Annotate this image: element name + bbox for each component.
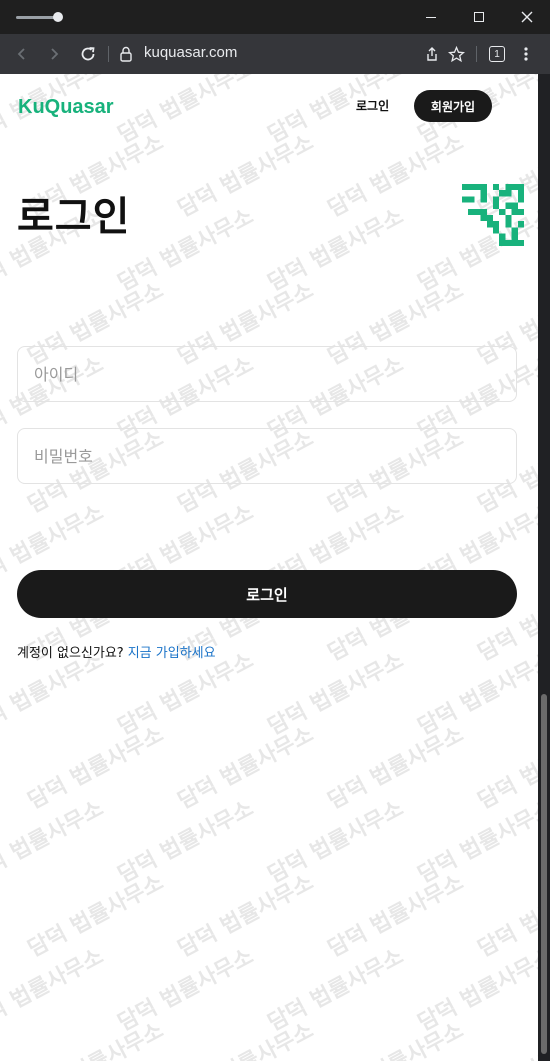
toolbar-divider <box>476 46 477 62</box>
signup-now-link[interactable]: 지금 가입하세요 <box>128 646 216 661</box>
watermark-text: 담덕 법률사무소 <box>114 204 258 297</box>
watermark-text: 담덕 법률사무소 <box>414 796 538 889</box>
browser-toolbar: kuquasar.com 1 <box>0 34 550 74</box>
bookmark-button[interactable] <box>444 42 468 66</box>
more-vertical-icon <box>524 47 528 61</box>
close-icon <box>521 11 533 23</box>
no-account-text: 계정이 없으신가요? <box>17 646 124 661</box>
watermark-text: 담덕 법률사무소 <box>471 1013 538 1061</box>
watermark-text: 담덕 법률사무소 <box>24 722 168 815</box>
star-icon <box>447 45 465 62</box>
site-info-icon[interactable] <box>118 45 134 63</box>
close-button[interactable] <box>504 0 550 34</box>
share-icon <box>427 47 437 61</box>
watermark-text: 담덕 법률사무소 <box>321 1013 468 1061</box>
password-input[interactable] <box>17 428 517 484</box>
watermark-text: 담덕 법률사무소 <box>414 944 538 1037</box>
toolbar-divider <box>108 46 109 62</box>
address-bar[interactable]: kuquasar.com <box>144 44 237 61</box>
titlebar-slider-knob[interactable] <box>53 12 63 22</box>
share-button[interactable] <box>420 42 444 66</box>
watermark-text: 담덕 법률사무소 <box>114 74 258 149</box>
back-button[interactable] <box>10 42 34 66</box>
window-titlebar <box>0 0 550 34</box>
watermark-text: 담덕 법률사무소 <box>264 648 408 741</box>
minimize-button[interactable] <box>408 0 454 34</box>
login-submit-button[interactable]: 로그인 <box>17 570 517 618</box>
menu-button[interactable] <box>514 42 538 66</box>
arrow-right-icon <box>51 48 59 60</box>
watermark-text: 담덕 법률사무소 <box>264 796 408 889</box>
maximize-icon <box>474 12 484 22</box>
brand-logo[interactable]: KuQuasar <box>18 96 114 119</box>
watermark-text: 담덕 법률사무소 <box>414 648 538 741</box>
watermark-text: 담덕 법률사무소 <box>0 944 108 1037</box>
watermark-text: 담덕 법률사무소 <box>0 796 108 889</box>
qr-logo-icon <box>462 184 524 246</box>
watermark-text: 담덕 법률사무소 <box>171 1013 318 1061</box>
watermark-text: 담덕 법률사무소 <box>114 796 258 889</box>
page-title: 로그인 <box>17 194 131 240</box>
minimize-icon <box>426 16 436 18</box>
watermark-text: 담덕 법률사무소 <box>174 130 318 223</box>
tab-count-button[interactable]: 1 <box>489 46 505 62</box>
reload-icon <box>81 47 95 61</box>
signup-prompt: 계정이 없으신가요? 지금 가입하세요 <box>17 642 216 661</box>
watermark-text: 담덕 법률사무소 <box>24 870 168 963</box>
signup-button[interactable]: 회원가입 <box>414 90 492 122</box>
watermark-text: 담덕 법률사무소 <box>264 204 408 297</box>
page-scrollbar[interactable] <box>538 74 550 1061</box>
watermark-text: 담덕 법률사무소 <box>114 944 258 1037</box>
watermark-text: 담덕 법률사무소 <box>474 722 538 815</box>
scrollbar-thumb[interactable] <box>541 694 547 1054</box>
forward-button[interactable] <box>42 42 66 66</box>
watermark-text: 담덕 법률사무소 <box>474 870 538 963</box>
watermark-text: 담덕 법률사무소 <box>324 722 468 815</box>
watermark-text: 담덕 법률사무소 <box>21 1013 168 1061</box>
login-link[interactable]: 로그인 <box>356 97 389 114</box>
arrow-left-icon <box>17 48 25 60</box>
watermark-text: 담덕 법률사무소 <box>264 944 408 1037</box>
reload-button[interactable] <box>76 42 100 66</box>
watermark-text: 담덕 법률사무소 <box>174 722 318 815</box>
watermark-text: 담덕 법률사무소 <box>324 870 468 963</box>
username-input[interactable] <box>17 346 517 402</box>
watermark-text: 담덕 법률사무소 <box>324 130 468 223</box>
maximize-button[interactable] <box>456 0 502 34</box>
page-content: 담덕 법률사무소 담덕 법률사무소 담덕 법률사무소 담덕 법률사무소 담덕 법률사무소… <box>0 74 538 1061</box>
watermark-text: 담덕 법률사무소 <box>174 870 318 963</box>
